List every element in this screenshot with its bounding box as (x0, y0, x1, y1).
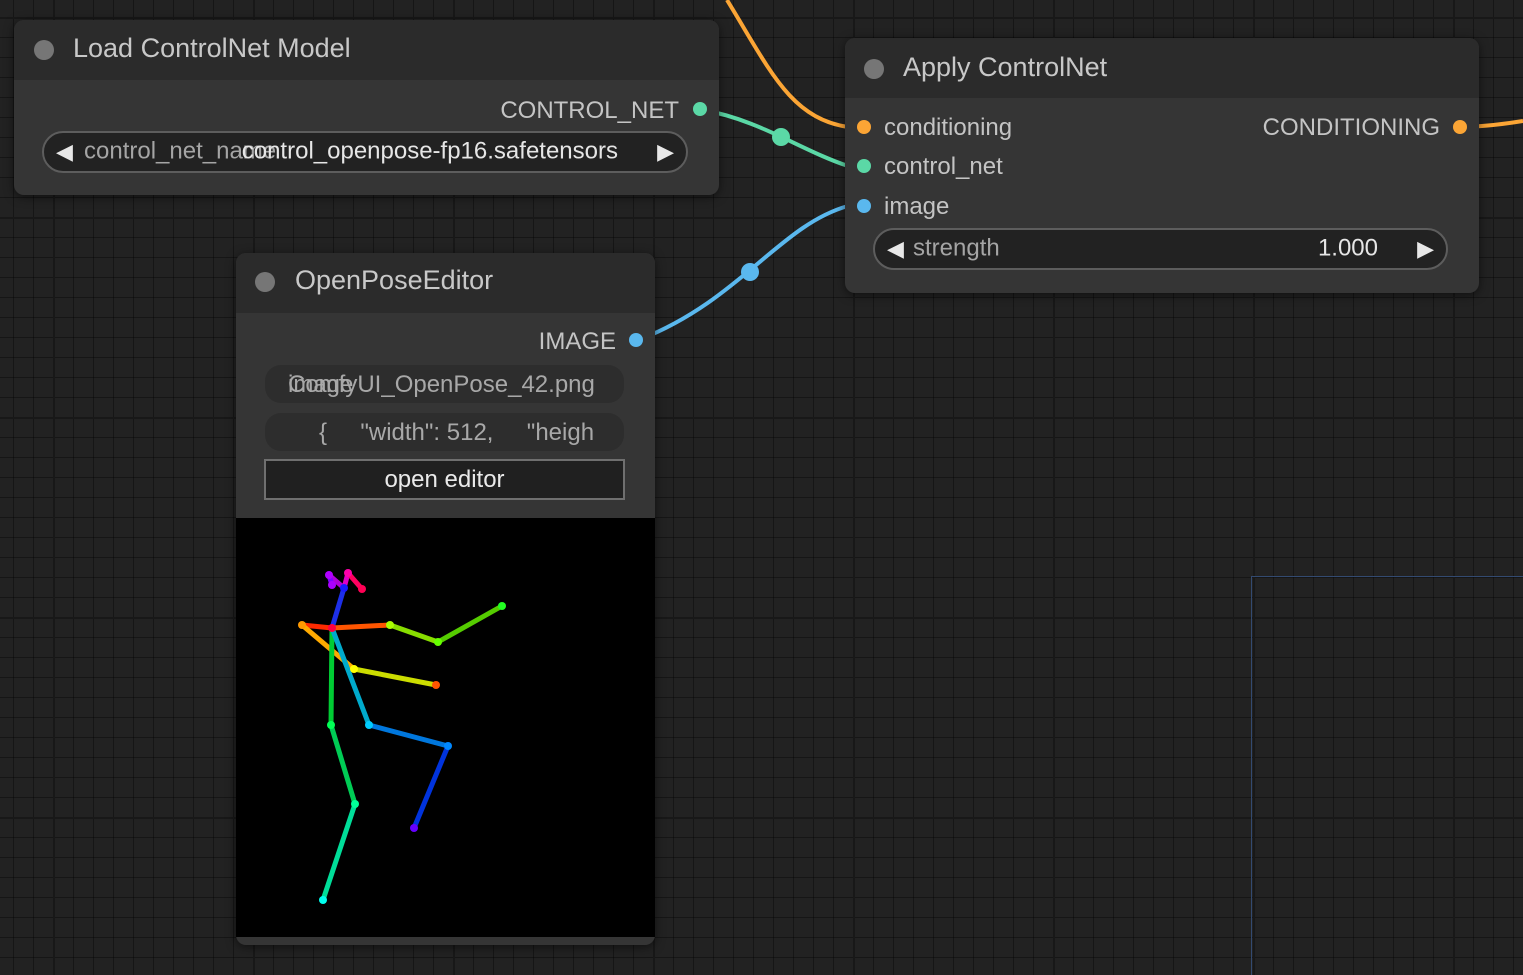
node-load-controlnet[interactable]: Load ControlNet Model CONTROL_NET ◀ cont… (14, 20, 719, 195)
strength-value: 1.000 (1317, 234, 1378, 262)
node-openpose-editor[interactable]: OpenPoseEditor IMAGE image ComfyUI_OpenP… (236, 253, 655, 945)
collapse-dot-icon[interactable] (255, 272, 275, 292)
decrement-arrow-icon[interactable]: ◀ (56, 139, 73, 165)
output-label-image: IMAGE (538, 328, 616, 355)
output-slot-conditioning[interactable] (1453, 120, 1467, 134)
input-label-image: image (884, 193, 950, 220)
pose-json-field[interactable]: { "width": 512, "heigh (265, 413, 624, 451)
node-title: OpenPoseEditor (295, 265, 494, 295)
increment-arrow-icon[interactable]: ▶ (657, 139, 674, 165)
output-label-conditioning: CONDITIONING (1262, 114, 1440, 141)
strength-label: strength (913, 234, 1000, 262)
group-outline (1251, 576, 1523, 975)
pose-json-value: { "width": 512, "heigh (319, 419, 595, 446)
link-conditioning-in (725, 0, 849, 129)
node-title-bar[interactable]: OpenPoseEditor (236, 253, 655, 313)
open-editor-button[interactable]: open editor (264, 459, 625, 500)
increment-arrow-icon[interactable]: ▶ (1417, 236, 1434, 262)
input-slot-image[interactable] (857, 199, 871, 213)
image-field-value: ComfyUI_OpenPose_42.png (288, 371, 595, 398)
node-title-bar[interactable]: Load ControlNet Model (14, 20, 719, 80)
input-slot-conditioning[interactable] (857, 120, 871, 134)
link-midpoint-image (741, 263, 759, 281)
node-title: Apply ControlNet (903, 52, 1108, 82)
link-midpoint-control-net (772, 128, 790, 146)
node-title-bar[interactable]: Apply ControlNet (845, 38, 1479, 98)
output-slot-control-net[interactable] (693, 102, 707, 116)
strength-slider[interactable]: ◀ strength 1.000 ▶ (873, 228, 1448, 270)
input-slot-control-net[interactable] (857, 159, 871, 173)
collapse-dot-icon[interactable] (34, 40, 54, 60)
pose-preview-image (236, 518, 655, 937)
node-title: Load ControlNet Model (73, 33, 351, 63)
image-filename-field[interactable]: image ComfyUI_OpenPose_42.png (265, 365, 624, 403)
collapse-dot-icon[interactable] (864, 59, 884, 79)
decrement-arrow-icon[interactable]: ◀ (887, 236, 904, 262)
combo-control-net-name[interactable]: ◀ control_net_name control_openpose-fp16… (42, 131, 688, 173)
pose-skeleton (298, 569, 506, 904)
node-apply-controlnet[interactable]: Apply ControlNet conditioning CONDITIONI… (845, 38, 1479, 293)
input-label-control-net: control_net (884, 153, 1003, 180)
input-label-conditioning: conditioning (884, 114, 1013, 141)
combo-value: control_openpose-fp16.safetensors (241, 137, 618, 165)
output-slot-image[interactable] (629, 333, 643, 347)
output-label-control-net: CONTROL_NET (500, 97, 679, 124)
